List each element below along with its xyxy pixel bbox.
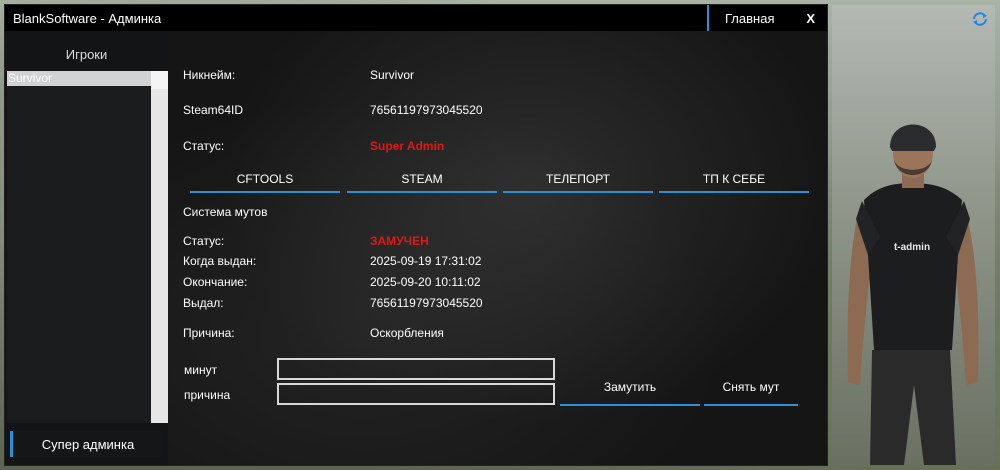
rotate-icon[interactable] (971, 11, 989, 27)
minutes-input[interactable] (277, 358, 555, 380)
tab-teleport[interactable]: ТЕЛЕПОРТ (503, 167, 653, 193)
mute-issued-value: 2025-09-19 17:31:02 (370, 254, 482, 268)
mute-issued-label: Когда выдан: (183, 254, 257, 268)
players-panel: Игроки Survivor Супер админка (5, 31, 168, 465)
mute-by-value: 76561197973045520 (370, 296, 483, 310)
mute-reason-value: Оскорбления (370, 326, 444, 340)
mute-status-value: ЗАМУЧЕН (370, 234, 429, 248)
status-label: Статус: (183, 139, 225, 153)
player-details: Никнейм: Survivor Steam64ID 765611979730… (168, 31, 827, 465)
nickname-value: Survivor (370, 68, 415, 82)
mute-button[interactable]: Замутить (560, 370, 700, 406)
window-title: BlankSoftware - Админка (13, 10, 162, 26)
mute-section-title: Система мутов (183, 205, 268, 219)
super-admin-button[interactable]: Супер админка (10, 431, 163, 457)
tab-tp-to-me[interactable]: ТП К СЕБЕ (659, 167, 809, 193)
status-badge: Super Admin (370, 139, 445, 153)
close-button[interactable]: X (806, 11, 815, 26)
character-model: t-admin (847, 124, 979, 465)
scrollbar-thumb[interactable] (151, 71, 168, 89)
mute-end-label: Окончание: (183, 275, 248, 289)
shirt-logo: t-admin (894, 242, 930, 253)
tab-main-label: Главная (725, 10, 775, 26)
nickname-label: Никнейм: (183, 68, 236, 82)
player-list-scrollbar[interactable] (151, 71, 168, 423)
tab-cftools[interactable]: CFTOOLS (190, 167, 340, 193)
reason-input[interactable] (277, 383, 555, 405)
character-preview: t-admin (832, 5, 995, 465)
steam64id-value: 76561197973045520 (370, 103, 483, 117)
reason-input-label: причина (184, 388, 231, 402)
player-list-item[interactable]: Survivor (7, 71, 151, 86)
tab-main[interactable]: Главная X (707, 5, 827, 31)
mute-status-label: Статус: (183, 234, 225, 248)
mute-by-label: Выдал: (183, 296, 224, 310)
admin-window: BlankSoftware - Админка Главная X Игроки… (5, 5, 827, 465)
tab-steam[interactable]: STEAM (347, 167, 497, 193)
title-bar: BlankSoftware - Админка Главная X (5, 5, 827, 31)
minutes-label: минут (184, 363, 218, 377)
mute-end-value: 2025-09-20 10:11:02 (370, 275, 481, 289)
unmute-button[interactable]: Снять мут (704, 370, 798, 406)
player-list: Survivor (7, 71, 151, 423)
mute-reason-label: Причина: (183, 326, 235, 340)
steam64id-label: Steam64ID (183, 103, 244, 117)
